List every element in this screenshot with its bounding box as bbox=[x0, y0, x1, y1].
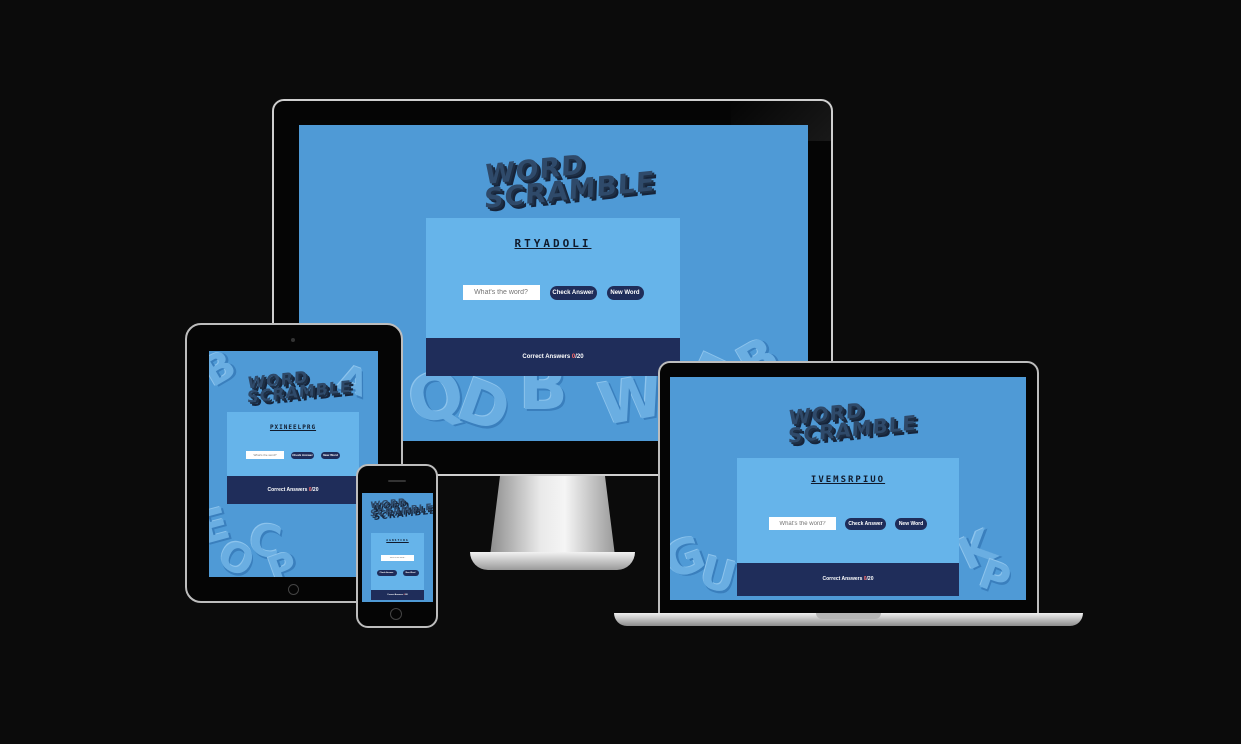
game-logo: WORD SCRAMBLE bbox=[247, 365, 353, 407]
monitor-stand-neck bbox=[490, 476, 615, 556]
tablet-home-button[interactable] bbox=[288, 584, 299, 595]
score-total: /20 bbox=[311, 487, 319, 493]
buttons-row: Check Answer New Word bbox=[371, 570, 424, 576]
scrambled-word: AGNSTCRA bbox=[386, 538, 409, 542]
answer-input[interactable] bbox=[246, 451, 284, 459]
game-card: IVEMSRPIUO Check Answer New Word Correct… bbox=[737, 458, 959, 596]
score-footer: Correct Answers 0/20 bbox=[227, 476, 359, 504]
game-card: AGNSTCRA Check Answer New Word Correct A… bbox=[371, 533, 424, 600]
game-logo: WORD SCRAMBLE bbox=[484, 146, 657, 215]
check-answer-button[interactable]: Check Answer bbox=[845, 517, 886, 530]
tablet-camera bbox=[291, 338, 295, 342]
new-word-button[interactable]: New Word bbox=[402, 570, 419, 576]
scrambled-word: PXINEELPRG bbox=[269, 424, 317, 431]
score-total: /20 bbox=[575, 354, 584, 360]
new-word-button[interactable]: New Word bbox=[606, 285, 644, 300]
score-label: Correct Answers bbox=[822, 576, 863, 582]
score-label: Correct Answers bbox=[387, 594, 404, 596]
new-word-button[interactable]: New Word bbox=[321, 451, 340, 459]
monitor-stand-base bbox=[470, 552, 635, 570]
game-card: PXINEELPRG Check Answer New Word Correct… bbox=[227, 412, 359, 504]
laptop-screen: G U K P WORD SCRAMBLE IVEMSRPIUO Check A… bbox=[670, 377, 1026, 600]
answer-input[interactable] bbox=[769, 517, 836, 530]
phone-screen: WORD SCRAMBLE AGNSTCRA Check Answer New … bbox=[362, 493, 433, 602]
answer-input[interactable] bbox=[381, 555, 414, 561]
check-answer-button[interactable]: Check Answer bbox=[291, 451, 314, 459]
answer-input[interactable] bbox=[462, 285, 540, 300]
score-total: /20 bbox=[404, 594, 408, 596]
game-logo: WORD SCRAMBLE bbox=[788, 395, 918, 448]
score-label: Correct Answers bbox=[522, 354, 571, 360]
check-answer-button[interactable]: Check Answer bbox=[549, 285, 597, 300]
game-card: RTYADOLI Check Answer New Word Correct A… bbox=[426, 218, 680, 376]
phone-home-button[interactable] bbox=[390, 608, 402, 620]
score-label: Correct Answers bbox=[267, 487, 308, 493]
laptop-notch bbox=[816, 613, 881, 619]
answer-row: Check Answer New Word bbox=[426, 285, 680, 300]
tablet-screen: B A E C O P WORD SCRAMBLE PXINEELPRG Che… bbox=[209, 351, 378, 577]
scrambled-word: IVEMSRPIUO bbox=[810, 475, 886, 485]
score-footer: Correct Answers 0/20 bbox=[426, 338, 680, 376]
scrambled-word: RTYADOLI bbox=[514, 237, 592, 250]
game-logo: WORD SCRAMBLE bbox=[370, 496, 433, 519]
answer-row: Check Answer New Word bbox=[737, 517, 959, 530]
answer-input-row bbox=[371, 555, 424, 561]
score-total: /20 bbox=[866, 576, 874, 582]
phone-speaker bbox=[388, 480, 406, 482]
score-footer: Correct Answers 0/20 bbox=[371, 590, 424, 600]
score-footer: Correct Answers 0/20 bbox=[737, 563, 959, 596]
new-word-button[interactable]: New Word bbox=[895, 517, 927, 530]
check-answer-button[interactable]: Check Answer bbox=[376, 570, 397, 576]
answer-row: Check Answer New Word bbox=[227, 451, 359, 459]
